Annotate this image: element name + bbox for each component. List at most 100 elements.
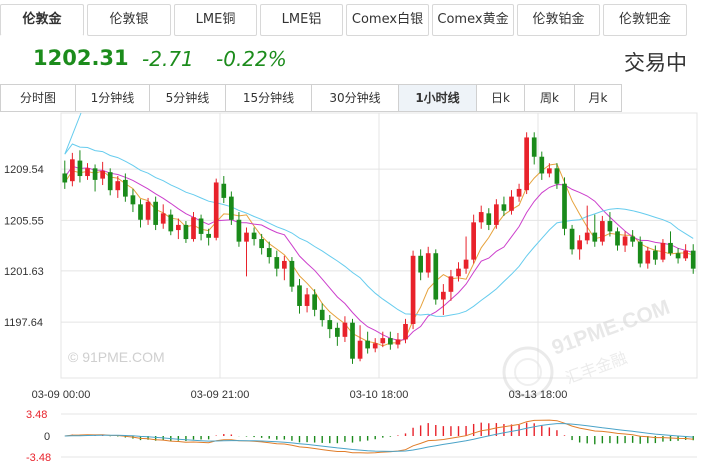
- candle-body-72: [607, 221, 613, 232]
- candle-body-9: [130, 195, 136, 205]
- candle-body-65: [554, 168, 560, 184]
- candle-61: [524, 132, 529, 195]
- candle-body-19: [206, 233, 211, 238]
- candle-body-64: [547, 168, 552, 174]
- candle-28: [274, 250, 280, 277]
- candle-33: [312, 289, 317, 317]
- candle-5: [100, 161, 105, 186]
- candle-16: [183, 221, 189, 243]
- candle-66: [562, 177, 567, 236]
- candle-body-49: [433, 253, 439, 300]
- candle-body-32: [304, 294, 310, 306]
- candle-24: [244, 227, 249, 277]
- candle-79: [660, 239, 666, 263]
- candle-body-45: [403, 323, 408, 340]
- candle-body-27: [266, 248, 272, 258]
- logo-inner-ring: [514, 358, 542, 386]
- candle-body-16: [183, 224, 189, 240]
- candle-body-8: [123, 179, 128, 197]
- candle-body-2: [77, 160, 83, 177]
- candle-25: [251, 227, 257, 246]
- candle-body-11: [145, 201, 151, 220]
- candle-49: [433, 249, 439, 305]
- candle-60: [516, 183, 522, 202]
- candle-body-56: [486, 213, 492, 225]
- candle-body-7: [115, 181, 121, 191]
- candle-75: [630, 230, 635, 247]
- candle-body-60: [516, 188, 522, 197]
- candle-82: [683, 244, 688, 261]
- candle-31: [297, 278, 302, 314]
- candle-1: [70, 152, 75, 187]
- price-chart: © 91PME.COM 91PME.COM 汇丰金融 1209.54 1205.5…: [4, 112, 698, 464]
- candle-body-3: [85, 168, 90, 177]
- candle-6: [107, 168, 113, 196]
- candle-18: [198, 214, 204, 241]
- candle-body-78: [653, 250, 658, 260]
- candle-body-61: [524, 137, 529, 191]
- candle-body-43: [388, 338, 393, 345]
- candle-63: [539, 151, 545, 180]
- macd-axis-label-top-label: 3.48: [26, 409, 47, 421]
- candle-body-82: [683, 250, 688, 259]
- y-tick-label-2: 1201.63: [4, 266, 44, 278]
- candle-body-67: [569, 228, 575, 250]
- candle-51: [448, 269, 454, 301]
- candle-19: [206, 228, 211, 246]
- y-tick-label-1: 1205.55: [4, 215, 44, 227]
- candle-76: [637, 236, 643, 268]
- axis-labels: 1209.54 1205.55 1201.63 1197.64 03-09 00:00 0…: [4, 164, 567, 401]
- candle-body-34: [319, 309, 325, 321]
- candle-10: [138, 199, 143, 228]
- logo-watermark: 91PME.COM 汇丰金融: [502, 296, 673, 398]
- candle-35: [327, 314, 333, 339]
- candle-39: [357, 325, 363, 362]
- candle-74: [622, 231, 628, 252]
- candle-36: [335, 322, 340, 346]
- candle-body-74: [622, 236, 628, 246]
- candle-body-80: [668, 242, 673, 254]
- candle-body-28: [274, 257, 280, 269]
- candle-68: [577, 235, 582, 260]
- candle-56: [486, 208, 492, 231]
- candle-body-20: [213, 182, 219, 238]
- candle-body-73: [615, 231, 620, 246]
- candle-body-23: [236, 219, 242, 242]
- y-tick-label-0: 1209.54: [4, 164, 44, 176]
- candle-78: [653, 245, 658, 265]
- candle-43: [388, 331, 393, 350]
- candle-0: [62, 160, 68, 189]
- candle-80: [668, 231, 673, 256]
- candle-body-59: [509, 196, 514, 211]
- candle-37: [342, 316, 348, 342]
- candle-body-37: [342, 322, 348, 337]
- macd-dea-line: [64, 423, 694, 452]
- candle-50: [441, 284, 446, 315]
- candle-body-12: [153, 201, 158, 225]
- candle-3: [85, 163, 90, 180]
- candle-26: [259, 233, 264, 255]
- macd-panel: 3.48 0 -3.48: [26, 409, 697, 464]
- candle-body-52: [456, 268, 461, 277]
- candle-2: [77, 150, 83, 183]
- candle-body-57: [494, 204, 499, 225]
- y-tick-label-3: 1197.64: [4, 317, 43, 329]
- candle-body-76: [637, 241, 643, 264]
- candle-38: [350, 318, 355, 364]
- candle-body-24: [244, 232, 249, 242]
- candle-body-42: [380, 338, 386, 344]
- candle-body-15: [176, 224, 181, 231]
- candle-body-18: [198, 218, 204, 234]
- logo-tagline: 汇丰金融: [563, 348, 630, 388]
- candle-body-29: [282, 260, 287, 269]
- candle-32: [304, 287, 310, 313]
- candle-body-21: [221, 183, 227, 198]
- candle-body-40: [365, 340, 370, 349]
- candle-40: [365, 331, 370, 354]
- candle-14: [168, 209, 174, 236]
- x-tick-label-2: 03-10 18:00: [350, 389, 409, 401]
- candle-body-6: [107, 172, 113, 191]
- candle-body-5: [100, 170, 105, 179]
- candle-9: [130, 188, 136, 213]
- candle-55: [478, 205, 484, 229]
